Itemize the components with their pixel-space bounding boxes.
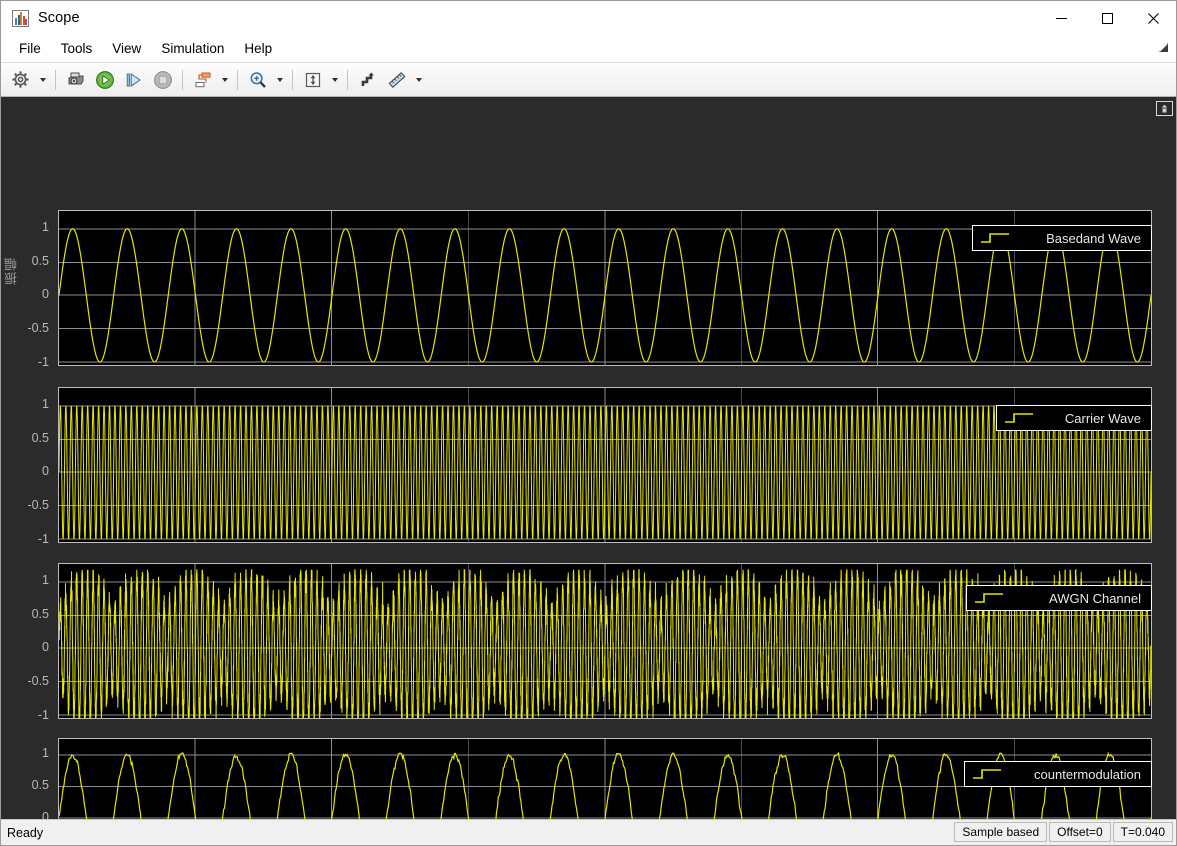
y-tick-label: 1 (42, 573, 49, 587)
legend-countermodulation[interactable]: countermodulation (964, 761, 1152, 787)
y-tick-label: 1 (42, 220, 49, 234)
zoom-in-button[interactable] (243, 66, 272, 93)
y-tick-label: -1 (37, 708, 49, 722)
status-offset[interactable]: Offset=0 (1049, 822, 1111, 842)
stop-button[interactable] (148, 66, 177, 93)
y-tick-label: 0 (42, 810, 49, 819)
title-bar: Scope (1, 1, 1176, 35)
menu-simulation[interactable]: Simulation (151, 38, 234, 59)
toolbar-separator (182, 69, 183, 90)
measurements-button[interactable] (382, 66, 411, 93)
maximize-button[interactable] (1084, 1, 1130, 35)
status-frame-mode[interactable]: Sample based (954, 822, 1048, 842)
y-tick-label: 1 (42, 746, 49, 760)
print-button[interactable] (61, 66, 90, 93)
y-tick-label: 0 (42, 464, 49, 478)
y-tick-label: 0.5 (31, 778, 49, 792)
legend-line-style-icon (973, 769, 1001, 779)
legend-carrier[interactable]: Carrier Wave (996, 405, 1152, 431)
menu-view[interactable]: View (102, 38, 151, 59)
toolbar-separator (347, 69, 348, 90)
autoscale-button[interactable] (298, 66, 327, 93)
legend-line-style-icon (1005, 413, 1033, 423)
zoom-dropdown-arrow[interactable] (272, 66, 287, 93)
legend-baseband[interactable]: Basedand Wave (972, 225, 1152, 251)
y-tick-label: -1 (37, 532, 49, 546)
status-bar: Ready Sample based Offset=0 T=0.040 (1, 819, 1176, 845)
y-tick-label: 0 (42, 640, 49, 654)
legend-label: AWGN Channel (1049, 590, 1141, 606)
legend-label: Carrier Wave (1064, 410, 1141, 426)
toolbar-separator (237, 69, 238, 90)
maximize-axes-icon[interactable] (1156, 101, 1173, 116)
measurements-dropdown-arrow[interactable] (411, 66, 426, 93)
status-time[interactable]: T=0.040 (1112, 822, 1173, 842)
window-controls (1038, 1, 1176, 35)
toolbar (1, 62, 1176, 97)
y-tick-label: 0.5 (31, 254, 49, 268)
y-tick-label: -1 (37, 355, 49, 369)
y-tick-label: -0.5 (27, 321, 49, 335)
simulink-model-dropdown-arrow[interactable] (217, 66, 232, 93)
menu-bar: File Tools View Simulation Help (1, 35, 1176, 62)
style-button[interactable] (353, 66, 382, 93)
y-tick-label: 0.5 (31, 607, 49, 621)
simulink-model-button[interactable] (188, 66, 217, 93)
configuration-properties-button[interactable] (6, 66, 35, 93)
y-tick-label: 0.5 (31, 431, 49, 445)
y-tick-label: 0 (42, 287, 49, 301)
menu-tools[interactable]: Tools (51, 38, 103, 59)
y-tick-label: 1 (42, 397, 49, 411)
legend-line-style-icon (981, 233, 1009, 243)
y-tick-label: -0.5 (27, 674, 49, 688)
menu-help[interactable]: Help (234, 38, 282, 59)
y-tick-label: -0.5 (27, 498, 49, 512)
status-cells: Sample based Offset=0 T=0.040 (952, 822, 1173, 842)
configuration-dropdown-arrow[interactable] (35, 66, 50, 93)
step-forward-button[interactable] (119, 66, 148, 93)
toolbar-separator (292, 69, 293, 90)
toolbar-separator (55, 69, 56, 90)
menu-file[interactable]: File (9, 38, 51, 59)
scope-display[interactable]: 振幅 Basedand Wave Carrier Wave AWGN Chann… (1, 97, 1176, 819)
legend-awgn[interactable]: AWGN Channel (966, 585, 1152, 611)
scope-window: Scope File Tools View Simulation Help 振幅… (0, 0, 1177, 846)
plot-panel-carrier[interactable] (58, 387, 1152, 543)
status-message: Ready (7, 825, 44, 840)
undock-arrow-icon[interactable] (1154, 39, 1172, 57)
legend-label: Basedand Wave (1046, 230, 1141, 246)
run-button[interactable] (90, 66, 119, 93)
legend-label: countermodulation (1034, 766, 1141, 782)
close-button[interactable] (1130, 1, 1176, 35)
legend-line-style-icon (975, 593, 1003, 603)
autoscale-dropdown-arrow[interactable] (327, 66, 342, 93)
minimize-button[interactable] (1038, 1, 1084, 35)
matlab-scope-icon (12, 9, 29, 27)
window-title: Scope (38, 10, 80, 26)
